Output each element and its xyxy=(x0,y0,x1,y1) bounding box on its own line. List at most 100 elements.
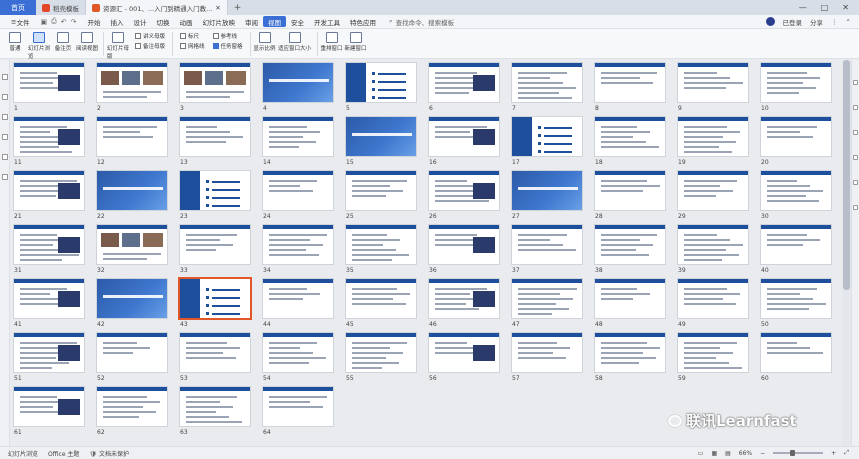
slide-thumbnail[interactable]: 16 xyxy=(428,116,502,170)
reading-view-status-icon[interactable]: ▤ xyxy=(725,450,731,457)
protection-status[interactable]: 🛡 文档未保护 xyxy=(89,449,129,458)
minimize-button[interactable]: — xyxy=(799,3,807,12)
fit-window-button[interactable]: 适应窗口大小 xyxy=(278,32,312,52)
slide-thumbnail[interactable]: 17 xyxy=(511,116,585,170)
slide-thumbnail[interactable]: 43 xyxy=(179,278,253,332)
slide-thumbnail[interactable]: 3 xyxy=(179,62,253,116)
new-tab-button[interactable]: + xyxy=(228,3,248,13)
slide-thumbnail[interactable]: 57 xyxy=(511,332,585,386)
slide-thumbnail[interactable]: 9 xyxy=(677,62,751,116)
scrollbar-thumb[interactable] xyxy=(843,60,850,290)
menu-security[interactable]: 安全 xyxy=(286,15,309,29)
new-window-button[interactable]: 新建窗口 xyxy=(345,32,367,52)
slide-thumbnail[interactable]: 42 xyxy=(96,278,170,332)
slide-master-button[interactable]: 幻灯片母版 xyxy=(107,32,129,60)
undo-icon[interactable]: ↶ xyxy=(61,18,67,26)
tool-icon[interactable] xyxy=(1,134,8,140)
menu-features[interactable]: 特色应用 xyxy=(345,15,381,29)
side-panel-icon[interactable] xyxy=(853,180,858,185)
guides-checkbox[interactable]: 参考线 xyxy=(212,32,243,40)
slide-thumbnail[interactable]: 36 xyxy=(428,224,502,278)
print-icon[interactable]: ⎙ xyxy=(51,17,57,26)
slide-thumbnail[interactable]: 30 xyxy=(760,170,834,224)
slide-thumbnail[interactable]: 22 xyxy=(96,170,170,224)
notes-master-button[interactable]: 备注母版 xyxy=(135,42,165,50)
normal-view-status-icon[interactable]: ▭ xyxy=(698,450,704,457)
slide-thumbnail[interactable]: 26 xyxy=(428,170,502,224)
menu-design[interactable]: 设计 xyxy=(128,15,151,29)
slide-thumbnail[interactable]: 31 xyxy=(13,224,87,278)
slide-thumbnail[interactable]: 52 xyxy=(96,332,170,386)
slide-thumbnail[interactable]: 24 xyxy=(262,170,336,224)
slide-thumbnail[interactable]: 13 xyxy=(179,116,253,170)
slide-thumbnail[interactable]: 44 xyxy=(262,278,336,332)
vertical-scrollbar[interactable] xyxy=(842,60,851,446)
slide-thumbnail[interactable]: 4 xyxy=(262,62,336,116)
slide-thumbnail[interactable]: 50 xyxy=(760,278,834,332)
slide-thumbnail[interactable]: 27 xyxy=(511,170,585,224)
collapse-ribbon-icon[interactable]: ⌃ xyxy=(846,18,851,26)
slide-thumbnail[interactable]: 48 xyxy=(594,278,668,332)
side-panel-icon[interactable] xyxy=(853,80,858,85)
tab-templates[interactable]: 稻壳模板 xyxy=(36,0,86,15)
slide-thumbnail[interactable]: 59 xyxy=(677,332,751,386)
slide-thumbnail[interactable]: 20 xyxy=(760,116,834,170)
slide-thumbnail[interactable]: 29 xyxy=(677,170,751,224)
slide-thumbnail[interactable]: 2 xyxy=(96,62,170,116)
maximize-button[interactable]: □ xyxy=(821,3,829,12)
slide-thumbnail[interactable]: 61 xyxy=(13,386,87,440)
slide-thumbnail[interactable]: 28 xyxy=(594,170,668,224)
side-panel-icon[interactable] xyxy=(853,205,858,210)
slide-thumbnail[interactable]: 47 xyxy=(511,278,585,332)
slide-thumbnail[interactable]: 5 xyxy=(345,62,419,116)
slide-thumbnail[interactable]: 1 xyxy=(13,62,87,116)
menu-animation[interactable]: 动画 xyxy=(174,15,197,29)
slide-thumbnail[interactable]: 19 xyxy=(677,116,751,170)
slide-thumbnail[interactable]: 25 xyxy=(345,170,419,224)
menu-transition[interactable]: 切换 xyxy=(151,15,174,29)
normal-view-button[interactable]: 普通 xyxy=(4,32,26,52)
slide-thumbnail[interactable]: 18 xyxy=(594,116,668,170)
slide-thumbnail[interactable]: 46 xyxy=(428,278,502,332)
handout-master-button[interactable]: 讲义母版 xyxy=(135,32,165,40)
slide-thumbnail[interactable]: 51 xyxy=(13,332,87,386)
menu-file[interactable]: ≡ 文件 xyxy=(6,15,34,29)
slide-thumbnail[interactable]: 21 xyxy=(13,170,87,224)
zoom-out-button[interactable]: − xyxy=(760,450,765,457)
slide-thumbnail[interactable]: 60 xyxy=(760,332,834,386)
reading-view-button[interactable]: 阅读视图 xyxy=(76,32,98,52)
avatar[interactable] xyxy=(765,17,775,26)
login-status[interactable]: 已登录 xyxy=(783,17,803,27)
slide-thumbnail[interactable]: 37 xyxy=(511,224,585,278)
slide-thumbnail[interactable]: 49 xyxy=(677,278,751,332)
slide-thumbnail[interactable]: 12 xyxy=(96,116,170,170)
zoom-in-button[interactable]: + xyxy=(831,450,836,457)
slide-thumbnail[interactable]: 58 xyxy=(594,332,668,386)
side-panel-icon[interactable] xyxy=(853,155,858,160)
fit-icon[interactable]: ⤢ xyxy=(844,449,849,457)
side-panel-icon[interactable] xyxy=(853,105,858,110)
tool-icon[interactable] xyxy=(1,174,8,180)
menu-review[interactable]: 审阅 xyxy=(240,15,263,29)
notes-page-button[interactable]: 备注页 xyxy=(52,32,74,52)
slide-sorter-button[interactable]: 幻灯片浏览 xyxy=(28,32,50,60)
tool-icon[interactable] xyxy=(1,94,8,100)
slide-thumbnail[interactable]: 39 xyxy=(677,224,751,278)
slide-thumbnail[interactable]: 56 xyxy=(428,332,502,386)
close-button[interactable]: ✕ xyxy=(842,3,849,12)
slide-thumbnail[interactable]: 63 xyxy=(179,386,253,440)
save-icon[interactable]: ▣ xyxy=(40,18,47,26)
slide-thumbnail[interactable]: 41 xyxy=(13,278,87,332)
redo-icon[interactable]: ↷ xyxy=(71,18,77,26)
slide-thumbnail[interactable]: 15 xyxy=(345,116,419,170)
tool-icon[interactable] xyxy=(1,114,8,120)
tool-icon[interactable] xyxy=(1,74,8,80)
slide-thumbnail[interactable]: 10 xyxy=(760,62,834,116)
zoom-slider-knob[interactable] xyxy=(789,450,795,456)
close-tab-icon[interactable]: ✕ xyxy=(215,4,220,12)
sorter-view-status-icon[interactable]: ▦ xyxy=(711,450,717,457)
gridlines-checkbox[interactable]: 网格线 xyxy=(180,42,205,50)
task-pane-checkbox[interactable]: 任务窗格 xyxy=(212,42,243,50)
slide-thumbnail[interactable]: 33 xyxy=(179,224,253,278)
slide-thumbnail[interactable]: 62 xyxy=(96,386,170,440)
